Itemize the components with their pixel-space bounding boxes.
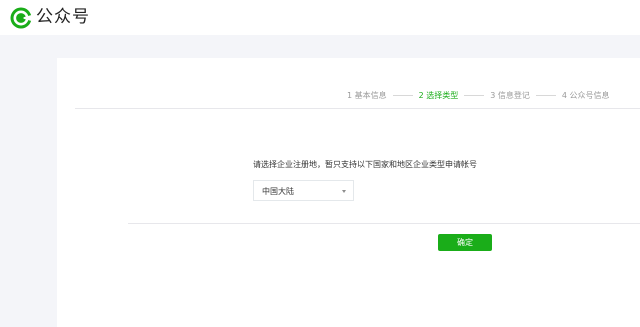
confirm-button[interactable]: 确定	[438, 234, 492, 251]
form-divider	[128, 223, 640, 224]
region-select-value: 中国大陆	[262, 187, 294, 196]
region-prompt: 请选择企业注册地，暂只支持以下国家和地区企业类型申请帐号	[253, 160, 477, 169]
step-connector	[464, 94, 485, 96]
step-account-info: 4 公众号信息	[561, 90, 610, 100]
registration-card: 1 基本信息 2 选择类型 3 信息登记 4 公众号信息 请选择企业注册地，暂只…	[57, 58, 640, 327]
top-bar: 公众号	[0, 0, 640, 35]
steps-divider	[75, 108, 640, 109]
step-info-registration: 3 信息登记	[490, 90, 530, 100]
caret-down-icon	[342, 190, 346, 193]
step-basic-info: 1 基本信息	[347, 90, 387, 100]
step-connector	[535, 94, 556, 96]
logo-icon[interactable]	[10, 7, 32, 29]
region-select[interactable]: 中国大陆	[253, 180, 354, 201]
brand-title: 公众号	[36, 7, 90, 27]
step-select-type: 2 选择类型	[418, 90, 459, 100]
step-connector	[392, 94, 413, 96]
step-indicator: 1 基本信息 2 选择类型 3 信息登记 4 公众号信息	[347, 88, 610, 102]
